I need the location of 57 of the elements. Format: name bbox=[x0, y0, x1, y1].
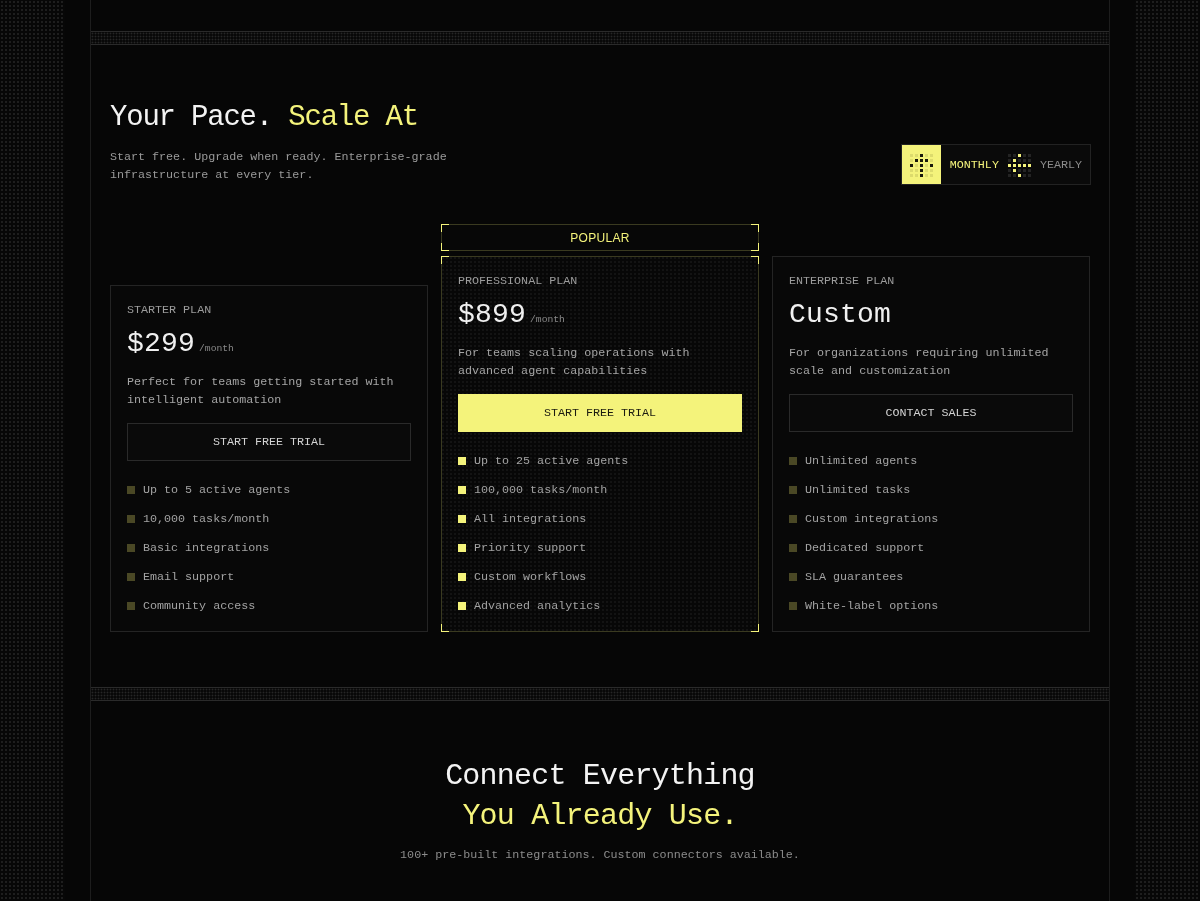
feature-text: All integrations bbox=[474, 511, 587, 528]
arrow-up-icon bbox=[901, 145, 941, 184]
feature-text: Community access bbox=[143, 598, 256, 615]
feature-text: Unlimited agents bbox=[805, 453, 918, 470]
section-heading: Your Pace. Scale At bbox=[110, 100, 419, 136]
plan-action-button[interactable]: START FREE TRIAL bbox=[458, 394, 742, 432]
popular-badge: POPULAR bbox=[441, 224, 759, 251]
feature-text: Priority support bbox=[474, 540, 587, 557]
plan-action-button[interactable]: CONTACT SALES bbox=[789, 394, 1073, 432]
square-bullet-icon bbox=[789, 515, 797, 523]
square-bullet-icon bbox=[458, 515, 466, 523]
section-heading: Connect Everything You Already Use. bbox=[445, 758, 755, 835]
square-bullet-icon bbox=[789, 544, 797, 552]
square-bullet-icon bbox=[789, 486, 797, 494]
square-bullet-icon bbox=[127, 573, 135, 581]
plan-action-button[interactable]: START FREE TRIAL bbox=[127, 423, 411, 461]
plan-name: STARTER PLAN bbox=[127, 302, 213, 318]
plan-price: $299 bbox=[127, 328, 195, 360]
square-bullet-icon bbox=[127, 515, 135, 523]
square-bullet-icon bbox=[458, 602, 466, 610]
billing-option[interactable]: MONTHLY bbox=[901, 145, 1003, 184]
section-subtitle: Start free. Upgrade when ready. Enterprise-grade infrastructure at every tier. bbox=[110, 149, 448, 184]
plan-name: PROFESSIONAL PLAN bbox=[458, 273, 579, 289]
plan-description: For teams scaling operations with advanced agent capabilities bbox=[458, 345, 691, 380]
feature-text: White-label options bbox=[805, 598, 939, 615]
square-bullet-icon bbox=[458, 573, 466, 581]
feature-text: Dedicated support bbox=[805, 540, 925, 557]
plan-price: $899 bbox=[458, 299, 526, 331]
square-bullet-icon bbox=[789, 602, 797, 610]
square-bullet-icon bbox=[458, 457, 466, 465]
feature-text: 10,000 tasks/month bbox=[143, 511, 270, 528]
feature-text: Basic integrations bbox=[143, 540, 270, 557]
feature-text: Advanced analytics bbox=[474, 598, 601, 615]
section-subtitle: 100+ pre-built integrations. Custom connectors available. bbox=[399, 847, 801, 864]
square-bullet-icon bbox=[789, 573, 797, 581]
billing-option[interactable]: YEARLY bbox=[1006, 145, 1086, 184]
plan-description: For organizations requiring unlimited scale and customization bbox=[789, 345, 1050, 380]
square-bullet-icon bbox=[458, 486, 466, 494]
square-bullet-icon bbox=[789, 457, 797, 465]
square-bullet-icon bbox=[127, 544, 135, 552]
feature-text: Up to 5 active agents bbox=[143, 482, 291, 499]
square-bullet-icon bbox=[127, 602, 135, 610]
arrow-left-icon bbox=[1006, 152, 1031, 177]
plan-description: Perfect for teams getting started with intelligent automation bbox=[127, 374, 395, 409]
feature-text: Up to 25 active agents bbox=[474, 453, 629, 470]
feature-text: Custom workflows bbox=[474, 569, 587, 586]
feature-text: Custom integrations bbox=[805, 511, 939, 528]
feature-text: Unlimited tasks bbox=[805, 482, 911, 499]
square-bullet-icon bbox=[458, 544, 466, 552]
square-bullet-icon bbox=[127, 486, 135, 494]
plan-price: Custom bbox=[789, 299, 892, 331]
price-period: /month bbox=[530, 314, 565, 325]
plan-name: ENTERPRISE PLAN bbox=[789, 273, 896, 289]
feature-text: Email support bbox=[143, 569, 235, 586]
feature-text: 100,000 tasks/month bbox=[474, 482, 608, 499]
feature-text: SLA guarantees bbox=[805, 569, 904, 586]
price-period: /month bbox=[199, 343, 234, 354]
